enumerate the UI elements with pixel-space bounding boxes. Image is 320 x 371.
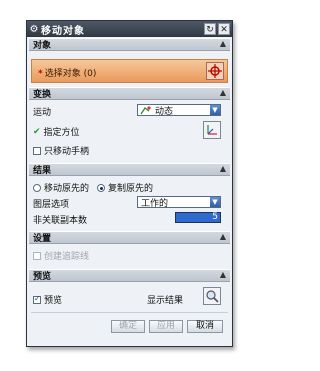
only-move-handle-row[interactable]: 只移动手柄 <box>33 144 89 157</box>
copy-original-label: 复制原先的 <box>108 184 154 194</box>
nonassoc-copies-input[interactable]: 5 <box>175 212 221 223</box>
preview-checkbox[interactable] <box>33 294 41 304</box>
chevron-down-icon[interactable]: ▼ <box>210 105 220 115</box>
show-result-row: 显示结果 <box>147 293 183 306</box>
nonassoc-copies-label: 非关联副本数 <box>33 216 88 226</box>
csys-icon[interactable] <box>203 121 221 139</box>
gear-icon[interactable]: ⚙ <box>27 24 41 35</box>
apply-button[interactable]: 应用 <box>149 320 183 333</box>
specify-orientation-row: ✔ 指定方位 <box>33 125 80 139</box>
motion-row: 运动 <box>33 105 51 118</box>
preview-row[interactable]: 预览 <box>33 293 62 306</box>
only-move-handle-label: 只移动手柄 <box>44 147 90 157</box>
chevron-up-icon[interactable]: ▲ <box>220 88 226 97</box>
section-settings-title: 设置 <box>33 234 52 244</box>
copy-original-radio[interactable] <box>97 183 106 192</box>
section-result-header[interactable]: 结果 ▲ <box>29 163 230 176</box>
section-transform-header[interactable]: 变换 ▲ <box>29 87 230 100</box>
layer-option-row: 图层选项 <box>33 197 69 210</box>
checkmark-icon: ✔ <box>33 126 41 137</box>
layer-option-label: 图层选项 <box>33 200 70 210</box>
chevron-up-icon[interactable]: ▲ <box>220 164 226 173</box>
preview-label: 预览 <box>44 296 63 306</box>
chevron-down-icon[interactable]: ▼ <box>210 197 220 207</box>
specify-orientation-label: 指定方位 <box>43 128 80 138</box>
show-result-label: 显示结果 <box>147 296 184 306</box>
footer-divider <box>31 312 228 313</box>
create-tracking-checkbox <box>33 251 41 260</box>
section-object-title: 对象 <box>33 41 52 51</box>
motion-dropdown[interactable]: 动态 ▼ <box>137 104 221 117</box>
layer-option-dropdown[interactable]: 工作的 ▼ <box>137 196 221 209</box>
select-object-bar[interactable]: * 选择对象 (0) <box>31 59 228 83</box>
layer-option-value: 工作的 <box>141 198 169 209</box>
motion-value: 动态 <box>155 106 174 117</box>
section-transform-title: 变换 <box>33 90 52 100</box>
section-settings-header[interactable]: 设置 ▲ <box>29 231 230 244</box>
dynamic-motion-icon <box>140 106 151 115</box>
only-move-handle-checkbox[interactable] <box>33 146 41 155</box>
motion-label: 运动 <box>33 108 52 118</box>
close-icon[interactable]: ✕ <box>218 23 230 35</box>
dialog-title: 移动对象 <box>41 25 85 37</box>
select-object-label: * 选择对象 (0) <box>38 69 97 79</box>
result-mode-row: 移动原先的 复制原先的 <box>33 181 153 194</box>
section-preview-header[interactable]: 预览 ▲ <box>29 269 230 282</box>
magnifier-icon[interactable] <box>203 287 221 305</box>
section-preview-title: 预览 <box>33 272 52 282</box>
section-result-title: 结果 <box>33 166 52 176</box>
cancel-button[interactable]: 取消 <box>187 320 223 333</box>
chevron-up-icon[interactable]: ▲ <box>220 232 226 241</box>
move-original-radio[interactable] <box>33 183 41 192</box>
chevron-up-icon[interactable]: ▲ <box>220 270 226 279</box>
title-bar[interactable]: ⚙ 移动对象 ↻ ✕ <box>27 21 232 37</box>
ok-button[interactable]: 确定 <box>111 320 145 333</box>
move-original-label: 移动原先的 <box>44 184 90 194</box>
chevron-up-icon[interactable]: ▲ <box>220 39 226 48</box>
create-tracking-label: 创建追踪线 <box>44 252 90 262</box>
reset-icon[interactable]: ↻ <box>204 23 216 35</box>
nonassoc-copies-row: 非关联副本数 <box>33 213 87 226</box>
create-tracking-row: 创建追踪线 <box>33 249 89 262</box>
section-object-header[interactable]: 对象 ▲ <box>29 38 230 51</box>
crosshair-icon[interactable] <box>206 62 224 80</box>
move-object-dialog: ⚙ 移动对象 ↻ ✕ 对象 ▲ *选择对象 (0) 变换 ▲ 运动 动态 ▼ <box>26 20 233 347</box>
